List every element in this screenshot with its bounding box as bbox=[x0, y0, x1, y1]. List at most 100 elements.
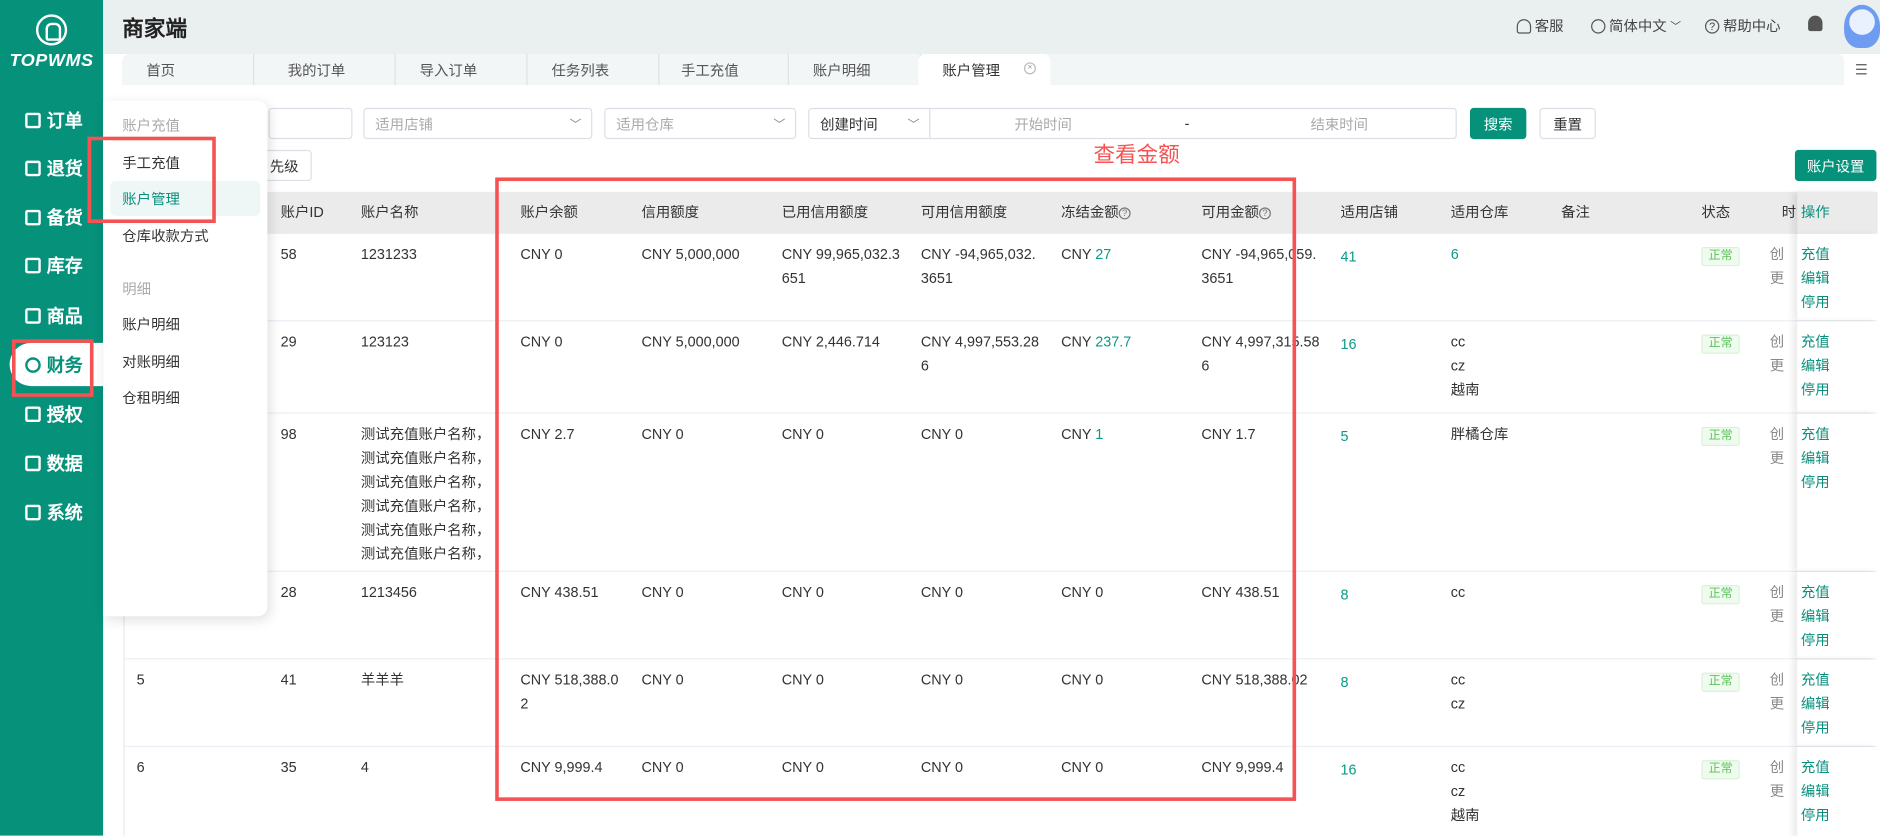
frozen-amount-cell: CNY 237.7 bbox=[1049, 321, 1189, 412]
recharge-link[interactable]: 充值 bbox=[1801, 242, 1871, 266]
account-settings-button[interactable]: 账户设置 bbox=[1794, 149, 1877, 182]
column-header: 信用额度 bbox=[629, 192, 769, 234]
account-search-input[interactable] bbox=[268, 107, 353, 140]
used-credit-cell: CNY 2,446.714 bbox=[781, 333, 880, 351]
tab-5[interactable]: 账户明细 bbox=[789, 53, 921, 86]
balance-cell: CNY 2.7 bbox=[520, 425, 575, 443]
edit-link[interactable]: 编辑 bbox=[1801, 266, 1871, 290]
shops-count-link[interactable]: 16 bbox=[1340, 761, 1356, 778]
shops-count-link[interactable]: 8 bbox=[1340, 586, 1348, 603]
help-center-link[interactable]: ? 帮助中心 bbox=[1704, 16, 1781, 36]
tab-label: 账户明细 bbox=[812, 61, 871, 79]
edit-link[interactable]: 编辑 bbox=[1801, 604, 1871, 628]
status-badge: 正常 bbox=[1701, 246, 1740, 267]
bell-icon[interactable] bbox=[1808, 15, 1823, 32]
sidebar-item-6[interactable]: 授权 bbox=[0, 392, 103, 435]
warehouse-item: 越南 bbox=[1450, 381, 1480, 399]
frozen-amount-value[interactable]: 1 bbox=[1095, 426, 1103, 443]
submenu-item-storage-fee[interactable]: 仓租明细 bbox=[110, 380, 260, 415]
reset-button[interactable]: 重置 bbox=[1539, 107, 1596, 140]
edit-link[interactable]: 编辑 bbox=[1801, 354, 1871, 378]
close-icon[interactable]: × bbox=[1023, 62, 1036, 75]
tab-3[interactable]: 任务列表 bbox=[528, 53, 660, 86]
tab-6[interactable]: 账户管理 × bbox=[918, 53, 1051, 86]
actions-cell: 充值 编辑 停用 bbox=[1797, 321, 1878, 413]
column-header-label: 已用信用额度 bbox=[781, 203, 869, 221]
submenu-item-account-details[interactable]: 账户明细 bbox=[110, 307, 260, 342]
shops-count-link[interactable]: 41 bbox=[1340, 248, 1356, 265]
time-label: 更 bbox=[1769, 782, 1785, 800]
time-label: 创 bbox=[1769, 245, 1785, 263]
tab-1[interactable]: 我的订单 bbox=[264, 53, 396, 86]
recharge-link[interactable]: 充值 bbox=[1801, 580, 1871, 604]
warehouse-select[interactable]: 适用仓库 ﹀ bbox=[604, 107, 797, 140]
customer-service-link[interactable]: 客服 bbox=[1516, 16, 1564, 36]
time-type-select[interactable]: 创建时间 ﹀ bbox=[808, 107, 931, 140]
disable-link[interactable]: 停用 bbox=[1801, 470, 1871, 494]
edit-link[interactable]: 编辑 bbox=[1801, 779, 1871, 803]
sidebar-item-label: 系统 bbox=[46, 502, 83, 524]
avatar[interactable] bbox=[1844, 4, 1880, 48]
language-select[interactable]: 简体中文 ﹀ bbox=[1591, 16, 1681, 36]
submenu-item-account-management[interactable]: 账户管理 bbox=[110, 181, 261, 216]
annotation-label: 查看金额 bbox=[1093, 142, 1180, 167]
sidebar-item-2[interactable]: 备货 bbox=[0, 195, 103, 238]
start-time-input[interactable]: 开始时间 bbox=[1014, 113, 1072, 133]
system-icon bbox=[25, 504, 41, 520]
sidebar-item-5[interactable]: 财务 bbox=[9, 342, 104, 387]
frozen-prefix: CNY bbox=[1061, 671, 1096, 689]
shops-count-link[interactable]: 16 bbox=[1340, 336, 1356, 353]
end-time-input[interactable]: 结束时间 bbox=[1311, 113, 1369, 133]
submenu-item-warehouse-payment[interactable]: 仓库收款方式 bbox=[110, 218, 260, 253]
remark-cell bbox=[1549, 321, 1689, 412]
warehouses-cell: 6 bbox=[1439, 234, 1549, 320]
sidebar-item-7[interactable]: 数据 bbox=[0, 441, 103, 484]
credit-limit-cell: CNY 0 bbox=[641, 671, 684, 689]
disable-link[interactable]: 停用 bbox=[1801, 378, 1871, 402]
actions-cell: 充值 编辑 停用 bbox=[1797, 746, 1878, 836]
submenu-item-manual-recharge[interactable]: 手工充值 bbox=[110, 145, 260, 180]
help-icon[interactable]: ? bbox=[1258, 207, 1271, 220]
edit-link[interactable]: 编辑 bbox=[1801, 446, 1871, 470]
tab-menu-icon[interactable]: ☰ bbox=[1846, 55, 1877, 86]
disable-link[interactable]: 停用 bbox=[1801, 628, 1871, 652]
recharge-link[interactable]: 充值 bbox=[1801, 422, 1871, 446]
disable-link[interactable]: 停用 bbox=[1801, 290, 1871, 314]
disable-link[interactable]: 停用 bbox=[1801, 803, 1871, 827]
tab-4[interactable]: 手工充值 bbox=[657, 53, 789, 86]
sidebar-item-3[interactable]: 库存 bbox=[0, 243, 103, 286]
submenu-item-reconciliation[interactable]: 对账明细 bbox=[110, 344, 260, 379]
shops-count-link[interactable]: 5 bbox=[1340, 428, 1348, 445]
sidebar-item-0[interactable]: 订单 bbox=[0, 98, 103, 141]
chevron-down-icon: ﹀ bbox=[1670, 20, 1682, 33]
sidebar-item-8[interactable]: 系统 bbox=[0, 490, 103, 533]
column-header: 可用信用额度 bbox=[909, 192, 1049, 234]
search-button[interactable]: 搜索 bbox=[1469, 107, 1527, 140]
sidebar-item-4[interactable]: 商品 bbox=[0, 294, 103, 337]
help-icon[interactable]: ? bbox=[1118, 207, 1131, 220]
inventory-icon bbox=[25, 257, 41, 273]
warehouse-item[interactable]: 6 bbox=[1451, 242, 1542, 266]
balance-cell: CNY 0 bbox=[520, 245, 563, 263]
tab-2[interactable]: 导入订单 bbox=[396, 53, 528, 86]
date-range-picker[interactable]: 开始时间 - 结束时间 bbox=[929, 107, 1457, 140]
recharge-link[interactable]: 充值 bbox=[1801, 668, 1871, 692]
shops-count-link[interactable]: 8 bbox=[1340, 674, 1348, 691]
edit-link[interactable]: 编辑 bbox=[1801, 692, 1871, 716]
recharge-link[interactable]: 充值 bbox=[1801, 755, 1871, 779]
tab-0[interactable]: 首页 bbox=[122, 53, 255, 86]
sidebar-item-1[interactable]: 退货 bbox=[0, 146, 103, 189]
stock-prep-icon bbox=[25, 209, 41, 225]
recharge-link[interactable]: 充值 bbox=[1801, 330, 1871, 354]
shop-select[interactable]: 适用店铺 ﹀ bbox=[363, 107, 593, 140]
column-header: 账户名称 bbox=[349, 192, 508, 234]
time-cell: 创更 bbox=[1770, 572, 1798, 658]
frozen-amount-value[interactable]: 27 bbox=[1095, 246, 1111, 263]
column-header: 状态 bbox=[1689, 192, 1769, 234]
disable-link[interactable]: 停用 bbox=[1801, 716, 1871, 740]
status-cell: 正常 bbox=[1689, 414, 1769, 571]
credit-limit-cell: CNY 5,000,000 bbox=[641, 333, 740, 351]
warehouse-item: 胖橘仓库 bbox=[1450, 425, 1509, 443]
frozen-amount-value[interactable]: 237.7 bbox=[1095, 333, 1131, 350]
frozen-amount-cell: CNY 0 bbox=[1049, 659, 1189, 745]
